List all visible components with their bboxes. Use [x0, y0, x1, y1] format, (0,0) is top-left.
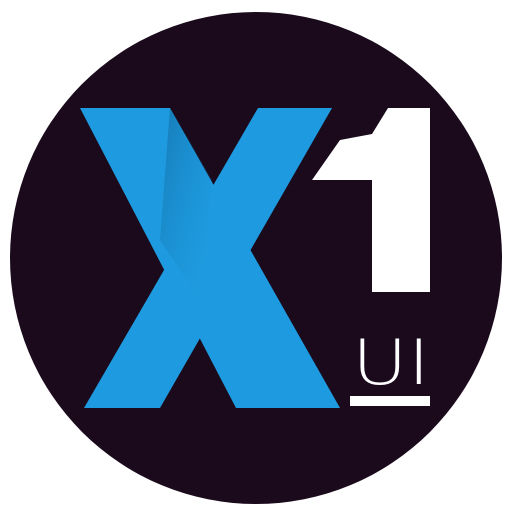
x1-ui-logo: UI — [10, 12, 502, 504]
ui-label: UI — [352, 326, 430, 399]
app-icon: UI — [0, 0, 512, 512]
ui-underline — [350, 396, 430, 406]
